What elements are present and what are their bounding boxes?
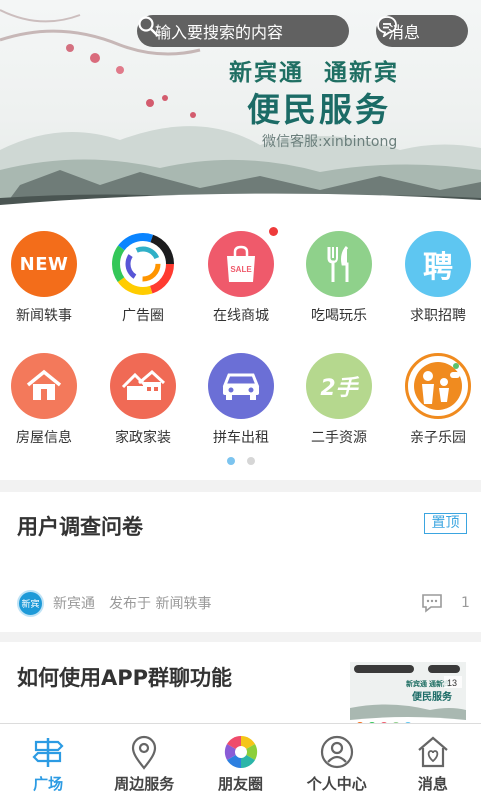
page-dot-active[interactable] xyxy=(226,457,235,465)
tab-label: 广场 xyxy=(33,775,64,793)
search-input[interactable]: 输入要搜索的内容 xyxy=(137,15,349,47)
bottom-tab-bar: 广场 周边服务 朋友圈 个人中心 消息 xyxy=(0,723,481,803)
family-icon xyxy=(405,353,471,419)
category-label: 新闻轶事 xyxy=(16,308,72,324)
feed-item-thumbnail: 新宾通 通新宾 便民服务 13 xyxy=(350,662,466,732)
category-label: 亲子乐园 xyxy=(410,430,466,446)
svg-text:便民服务: 便民服务 xyxy=(412,690,453,703)
comment-icon xyxy=(422,594,442,613)
banner-service-contact: 微信客服:xinbintong xyxy=(262,134,398,150)
banner-slogan-line1: 新宾通 通新宾 xyxy=(229,60,400,86)
search-icon xyxy=(138,16,159,37)
news-icon: NEW xyxy=(11,231,77,297)
category-news[interactable]: NEW 新闻轶事 xyxy=(0,212,93,324)
car-icon xyxy=(208,353,274,419)
user-icon xyxy=(320,735,353,769)
category-label: 在线商城 xyxy=(213,308,269,324)
fork-knife-icon xyxy=(306,231,372,297)
comment-count-value: 1 xyxy=(461,595,470,611)
svg-text:新宾通 通新宾: 新宾通 通新宾 xyxy=(406,679,450,688)
home-heart-icon xyxy=(418,736,448,768)
tab-label: 朋友圈 xyxy=(218,775,264,793)
feed-item-title: 如何使用APP群聊功能 xyxy=(17,666,233,690)
banner[interactable]: 输入要搜索的内容 消息 新宾通 通新宾 便民服务 微信客服:xinbintong xyxy=(0,0,481,212)
page-indicator xyxy=(0,457,481,465)
second-hand-icon: 2手 xyxy=(306,353,372,419)
page-dot[interactable] xyxy=(246,457,255,465)
tab-profile[interactable]: 个人中心 xyxy=(289,724,385,803)
feed-item[interactable]: 用户调查问卷 置顶 新宾 新宾通 发布于 新闻轶事 1 xyxy=(0,492,481,632)
signpost-icon xyxy=(32,738,64,767)
feed-item-title: 用户调查问卷 xyxy=(17,515,143,539)
shopping-bag-icon: SALE xyxy=(208,231,274,297)
comment-count[interactable]: 1 xyxy=(421,593,470,613)
location-pin-icon xyxy=(132,735,157,770)
new-badge-dot xyxy=(269,227,278,236)
author-name[interactable]: 新宾通 xyxy=(53,593,95,613)
house-icon xyxy=(11,353,77,419)
tab-label: 个人中心 xyxy=(306,775,367,793)
rainbow-circle-icon xyxy=(110,231,176,297)
category-second-hand[interactable]: 2手 二手资源 xyxy=(290,334,388,446)
tab-label: 消息 xyxy=(417,775,448,793)
category-housing[interactable]: 房屋信息 xyxy=(0,334,93,446)
aperture-icon xyxy=(224,735,257,769)
category-label: 广告圈 xyxy=(122,308,164,324)
category-ads[interactable]: 广告圈 xyxy=(94,212,192,324)
message-button[interactable]: 消息 xyxy=(376,15,468,47)
category-label: 拼车出租 xyxy=(213,430,269,446)
category-carpool[interactable]: 拼车出租 xyxy=(192,334,290,446)
houses-icon xyxy=(110,353,176,419)
pinned-badge: 置顶 xyxy=(424,513,467,534)
avatar[interactable]: 新宾 xyxy=(17,589,44,617)
recruit-icon: 聘 xyxy=(405,231,471,297)
category-label: 房屋信息 xyxy=(16,430,72,446)
published-in: 发布于 新闻轶事 xyxy=(109,596,212,612)
category-food[interactable]: 吃喝玩乐 xyxy=(290,212,388,324)
category-grid: NEW 新闻轶事 广告圈 SALE 在线商城 吃喝玩乐 聘 求职招聘 房屋信息 … xyxy=(0,212,481,480)
thumbnail-badge: 13 xyxy=(447,678,457,688)
category-housekeeping[interactable]: 家政家装 xyxy=(94,334,192,446)
feed-item[interactable]: 如何使用APP群聊功能 新宾通 通新宾 便民服务 13 xyxy=(0,642,481,732)
search-placeholder: 输入要搜索的内容 xyxy=(155,23,284,42)
tab-square[interactable]: 广场 xyxy=(0,724,96,803)
category-label: 求职招聘 xyxy=(410,308,466,324)
tab-label: 周边服务 xyxy=(114,775,175,793)
tab-messages[interactable]: 消息 xyxy=(385,724,481,803)
banner-slogan-title: 便民服务 xyxy=(247,90,391,129)
category-jobs[interactable]: 聘 求职招聘 xyxy=(389,212,481,324)
category-label: 家政家装 xyxy=(115,430,171,446)
chat-bubble-icon xyxy=(377,16,397,37)
category-label: 吃喝玩乐 xyxy=(311,308,367,324)
category-label: 二手资源 xyxy=(311,430,367,446)
tab-moments[interactable]: 朋友圈 xyxy=(192,724,288,803)
sale-tag-text: SALE xyxy=(230,265,252,274)
category-family[interactable]: 亲子乐园 xyxy=(389,334,481,446)
tab-nearby-services[interactable]: 周边服务 xyxy=(96,724,192,803)
feed-item-meta: 新宾 新宾通 发布于 新闻轶事 xyxy=(17,589,212,617)
category-mall[interactable]: SALE 在线商城 xyxy=(192,212,290,324)
